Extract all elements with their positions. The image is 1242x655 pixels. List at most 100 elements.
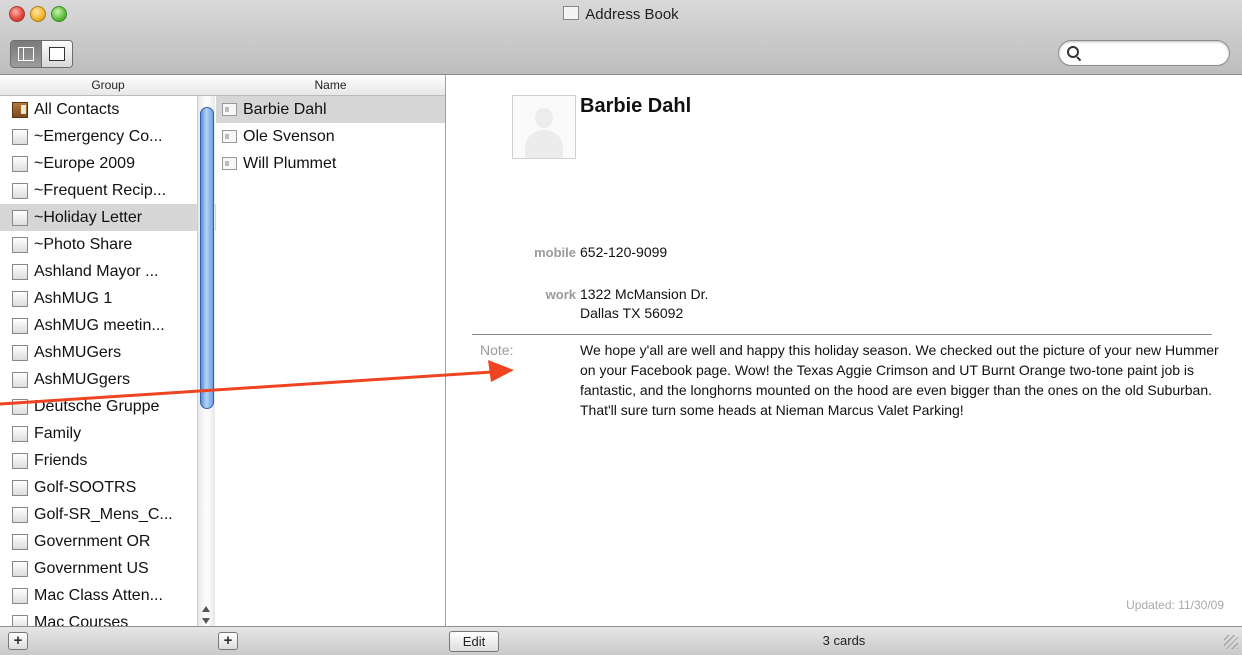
group-item[interactable]: Golf-SR_Mens_C...: [0, 501, 216, 528]
window-toolbar: Address Book: [0, 0, 1242, 75]
note-divider: [472, 334, 1212, 335]
group-scrollbar-thumb[interactable]: [200, 107, 214, 409]
group-item[interactable]: Government US: [0, 555, 216, 582]
contact-card-icon: [222, 130, 237, 143]
contact-list-item[interactable]: Will Plummet: [216, 150, 445, 177]
group-item[interactable]: Family: [0, 420, 216, 447]
group-item[interactable]: Deutsche Gruppe: [0, 393, 216, 420]
group-item-label: Family: [34, 424, 82, 442]
group-icon: [9, 260, 28, 280]
mobile-value[interactable]: 652-120-9099: [580, 243, 667, 262]
add-card-button[interactable]: +: [218, 632, 238, 650]
group-icon: [9, 287, 28, 307]
group-icon: [9, 233, 28, 253]
group-icon: [9, 206, 28, 226]
contact-list-item[interactable]: Barbie Dahl: [216, 96, 445, 123]
note-text[interactable]: We hope y'all are well and happy this ho…: [580, 340, 1220, 420]
group-item-label: Golf-SOOTRS: [34, 478, 137, 496]
contact-list-item-label: Barbie Dahl: [243, 100, 327, 118]
window-title: Address Book: [0, 6, 1242, 23]
contact-name: Barbie Dahl: [580, 95, 692, 117]
contact-photo-placeholder[interactable]: [512, 95, 576, 159]
mobile-label[interactable]: mobile: [452, 245, 576, 260]
group-item[interactable]: ~Emergency Co...: [0, 123, 216, 150]
group-icon: [9, 179, 28, 199]
group-item-label: Government US: [34, 559, 149, 577]
contact-list-item-label: Will Plummet: [243, 154, 337, 172]
group-item[interactable]: ~Frequent Recip...: [0, 177, 216, 204]
contact-card-icon: [222, 157, 237, 170]
group-icon: [9, 422, 28, 442]
contact-card: Barbie Dahl mobile 652-120-9099 work 132…: [446, 75, 1242, 626]
group-item-label: AshMUG 1: [34, 289, 113, 307]
group-item[interactable]: Mac Class Atten...: [0, 582, 216, 609]
card-count: 3 cards: [822, 633, 866, 648]
group-item-label: ~Photo Share: [34, 235, 133, 253]
address-book-icon: [12, 101, 28, 118]
group-column: Group All Contacts ~Emergency Co... ~Europ…: [0, 75, 217, 626]
group-icon: [9, 368, 28, 388]
scroll-down-arrow-icon[interactable]: [202, 618, 210, 624]
group-icon: [9, 449, 28, 469]
group-item-label: Government OR: [34, 532, 151, 550]
group-item-label: Deutsche Gruppe: [34, 397, 160, 415]
group-icon: [9, 314, 28, 334]
list-and-card-view-button[interactable]: [11, 41, 41, 67]
updated-timestamp: Updated: 11/30/09: [1126, 598, 1224, 612]
silhouette-head-icon: [535, 108, 553, 128]
group-item-label: Friends: [34, 451, 88, 469]
card-view-icon: [49, 47, 65, 61]
group-icon: [9, 476, 28, 496]
group-icon: [9, 611, 28, 626]
window-title-text: Address Book: [585, 6, 679, 23]
group-icon: [9, 395, 28, 415]
add-group-button[interactable]: +: [8, 632, 28, 650]
group-item[interactable]: Government OR: [0, 528, 216, 555]
address-book-icon: [563, 6, 580, 20]
group-item[interactable]: AshMUG 1: [0, 285, 216, 312]
group-item-label: Mac Courses: [34, 613, 129, 627]
name-column-header[interactable]: Name: [216, 75, 445, 96]
group-item-label: Golf-SR_Mens_C...: [34, 505, 173, 523]
group-item-label: ~Holiday Letter: [34, 208, 143, 226]
group-item-label: AshMUG meetin...: [34, 316, 165, 334]
group-item[interactable]: AshMUGers: [0, 339, 216, 366]
bottom-bar: + + Edit 3 cards: [0, 626, 1242, 655]
group-icon: [9, 152, 28, 172]
work-address-line2[interactable]: Dallas TX 56092: [580, 304, 683, 323]
group-item-label: Ashland Mayor ...: [34, 262, 159, 280]
group-item-label: AshMUGers: [34, 343, 122, 361]
contact-card-icon: [222, 103, 237, 116]
group-item-label: ~Emergency Co...: [34, 127, 163, 145]
group-item[interactable]: ~Photo Share: [0, 231, 216, 258]
note-label: Note:: [480, 342, 514, 358]
group-item[interactable]: Friends: [0, 447, 216, 474]
group-item[interactable]: ~Holiday Letter: [0, 204, 216, 231]
group-item-label: AshMUGgers: [34, 370, 131, 388]
group-icon: [9, 125, 28, 145]
group-scrollbar[interactable]: [197, 96, 215, 626]
resize-grip-icon[interactable]: [1224, 635, 1238, 649]
group-column-header[interactable]: Group: [0, 75, 216, 96]
scroll-up-arrow-icon[interactable]: [202, 606, 210, 612]
group-item[interactable]: All Contacts: [0, 96, 216, 123]
group-item[interactable]: AshMUG meetin...: [0, 312, 216, 339]
group-icon: [9, 341, 28, 361]
group-item[interactable]: ~Europe 2009: [0, 150, 216, 177]
search-icon: [1067, 46, 1079, 58]
work-address-line1[interactable]: 1322 McMansion Dr.: [580, 285, 708, 304]
group-item-label: All Contacts: [34, 100, 120, 118]
group-icon: [9, 584, 28, 604]
contact-list-item[interactable]: Ole Svenson: [216, 123, 445, 150]
silhouette-body-icon: [525, 130, 563, 158]
search-field[interactable]: [1058, 40, 1230, 66]
work-address-label[interactable]: work: [452, 287, 576, 302]
group-icon: [9, 530, 28, 550]
group-item[interactable]: Mac Courses: [0, 609, 216, 626]
group-item-label: ~Frequent Recip...: [34, 181, 167, 199]
card-only-view-button[interactable]: [41, 41, 72, 67]
group-item-label: ~Europe 2009: [34, 154, 135, 172]
group-item[interactable]: AshMUGgers: [0, 366, 216, 393]
group-item[interactable]: Ashland Mayor ...: [0, 258, 216, 285]
group-item[interactable]: Golf-SOOTRS: [0, 474, 216, 501]
